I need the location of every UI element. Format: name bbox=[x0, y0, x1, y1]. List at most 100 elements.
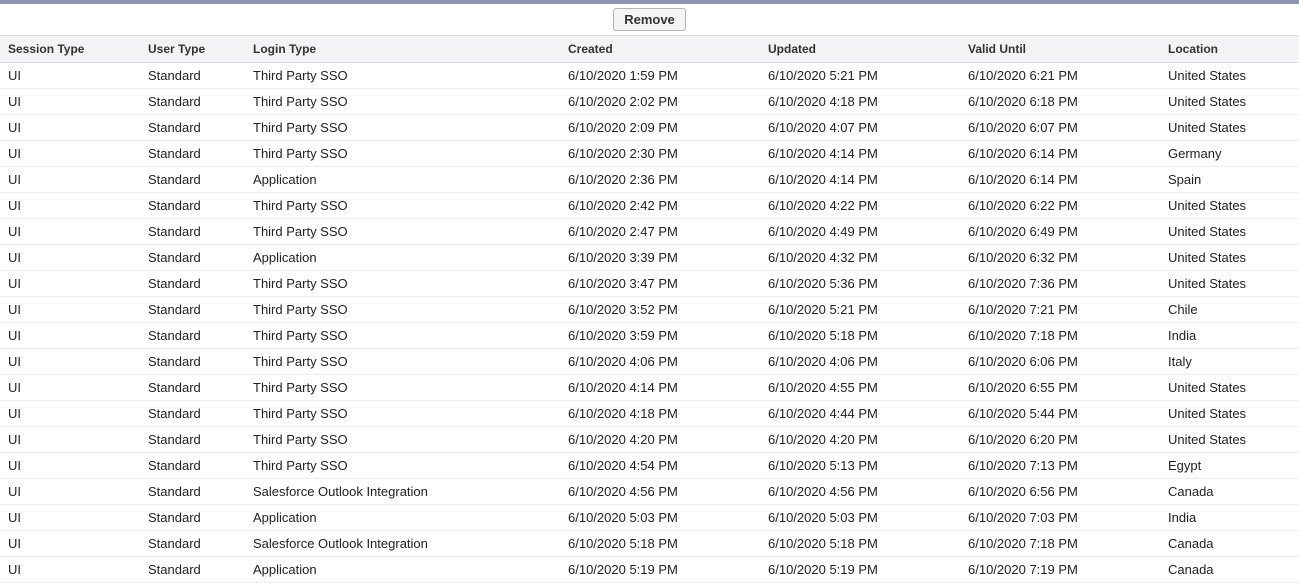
cell-user-type: Standard bbox=[140, 453, 245, 479]
table-row[interactable]: UIStandardSalesforce Outlook Integration… bbox=[0, 479, 1299, 505]
cell-created: 6/10/2020 4:56 PM bbox=[560, 479, 760, 505]
table-row[interactable]: UIStandardThird Party SSO6/10/2020 4:14 … bbox=[0, 375, 1299, 401]
cell-login-type: Third Party SSO bbox=[245, 63, 560, 89]
col-header-created[interactable]: Created bbox=[560, 36, 760, 63]
cell-location: Canada bbox=[1160, 557, 1299, 583]
cell-session-type: UI bbox=[0, 349, 140, 375]
table-row[interactable]: UIStandardThird Party SSO6/10/2020 4:06 … bbox=[0, 349, 1299, 375]
col-header-updated[interactable]: Updated bbox=[760, 36, 960, 63]
cell-login-type: Third Party SSO bbox=[245, 401, 560, 427]
cell-updated: 6/10/2020 4:06 PM bbox=[760, 349, 960, 375]
cell-location: Chile bbox=[1160, 297, 1299, 323]
col-header-session-type[interactable]: Session Type bbox=[0, 36, 140, 63]
cell-login-type: Application bbox=[245, 245, 560, 271]
cell-created: 6/10/2020 3:47 PM bbox=[560, 271, 760, 297]
table-row[interactable]: UIStandardThird Party SSO6/10/2020 2:09 … bbox=[0, 115, 1299, 141]
remove-button[interactable]: Remove bbox=[613, 8, 686, 31]
cell-valid-until: 6/10/2020 6:18 PM bbox=[960, 89, 1160, 115]
cell-session-type: UI bbox=[0, 505, 140, 531]
table-row[interactable]: UIStandardApplication6/10/2020 5:03 PM6/… bbox=[0, 505, 1299, 531]
cell-session-type: UI bbox=[0, 297, 140, 323]
cell-updated: 6/10/2020 5:19 PM bbox=[760, 557, 960, 583]
cell-valid-until: 6/10/2020 6:07 PM bbox=[960, 115, 1160, 141]
cell-valid-until: 6/10/2020 6:55 PM bbox=[960, 375, 1160, 401]
cell-login-type: Third Party SSO bbox=[245, 323, 560, 349]
cell-valid-until: 6/10/2020 7:19 PM bbox=[960, 557, 1160, 583]
table-row[interactable]: UIStandardThird Party SSO6/10/2020 4:20 … bbox=[0, 427, 1299, 453]
table-row[interactable]: UIStandardThird Party SSO6/10/2020 2:02 … bbox=[0, 89, 1299, 115]
cell-login-type: Third Party SSO bbox=[245, 141, 560, 167]
col-header-user-type[interactable]: User Type bbox=[140, 36, 245, 63]
cell-updated: 6/10/2020 4:49 PM bbox=[760, 219, 960, 245]
cell-login-type: Third Party SSO bbox=[245, 115, 560, 141]
cell-valid-until: 6/10/2020 6:49 PM bbox=[960, 219, 1160, 245]
cell-session-type: UI bbox=[0, 479, 140, 505]
cell-user-type: Standard bbox=[140, 193, 245, 219]
col-header-location[interactable]: Location bbox=[1160, 36, 1299, 63]
cell-login-type: Third Party SSO bbox=[245, 427, 560, 453]
cell-location: United States bbox=[1160, 401, 1299, 427]
cell-session-type: UI bbox=[0, 323, 140, 349]
cell-valid-until: 6/10/2020 6:14 PM bbox=[960, 167, 1160, 193]
table-row[interactable]: UIStandardThird Party SSO6/10/2020 3:59 … bbox=[0, 323, 1299, 349]
col-header-valid-until[interactable]: Valid Until bbox=[960, 36, 1160, 63]
cell-user-type: Standard bbox=[140, 219, 245, 245]
table-row[interactable]: UIStandardApplication6/10/2020 5:19 PM6/… bbox=[0, 557, 1299, 583]
cell-created: 6/10/2020 4:06 PM bbox=[560, 349, 760, 375]
cell-session-type: UI bbox=[0, 557, 140, 583]
cell-valid-until: 6/10/2020 6:32 PM bbox=[960, 245, 1160, 271]
cell-valid-until: 6/10/2020 7:36 PM bbox=[960, 271, 1160, 297]
cell-user-type: Standard bbox=[140, 557, 245, 583]
table-row[interactable]: UIStandardThird Party SSO6/10/2020 4:54 … bbox=[0, 453, 1299, 479]
cell-location: United States bbox=[1160, 193, 1299, 219]
table-row[interactable]: UIStandardApplication6/10/2020 3:39 PM6/… bbox=[0, 245, 1299, 271]
table-row[interactable]: UIStandardApplication6/10/2020 2:36 PM6/… bbox=[0, 167, 1299, 193]
cell-valid-until: 6/10/2020 6:20 PM bbox=[960, 427, 1160, 453]
cell-location: United States bbox=[1160, 271, 1299, 297]
cell-created: 6/10/2020 5:19 PM bbox=[560, 557, 760, 583]
cell-created: 6/10/2020 3:39 PM bbox=[560, 245, 760, 271]
cell-created: 6/10/2020 5:03 PM bbox=[560, 505, 760, 531]
table-row[interactable]: UIStandardThird Party SSO6/10/2020 2:42 … bbox=[0, 193, 1299, 219]
cell-created: 6/10/2020 1:59 PM bbox=[560, 63, 760, 89]
table-row[interactable]: UIStandardThird Party SSO6/10/2020 3:47 … bbox=[0, 271, 1299, 297]
cell-login-type: Application bbox=[245, 167, 560, 193]
cell-login-type: Salesforce Outlook Integration bbox=[245, 531, 560, 557]
cell-updated: 6/10/2020 5:36 PM bbox=[760, 271, 960, 297]
cell-updated: 6/10/2020 5:21 PM bbox=[760, 63, 960, 89]
cell-updated: 6/10/2020 5:18 PM bbox=[760, 531, 960, 557]
table-row[interactable]: UIStandardThird Party SSO6/10/2020 2:47 … bbox=[0, 219, 1299, 245]
cell-created: 6/10/2020 2:47 PM bbox=[560, 219, 760, 245]
cell-updated: 6/10/2020 4:18 PM bbox=[760, 89, 960, 115]
table-row[interactable]: UIStandardThird Party SSO6/10/2020 3:52 … bbox=[0, 297, 1299, 323]
table-row[interactable]: UIStandardThird Party SSO6/10/2020 4:18 … bbox=[0, 401, 1299, 427]
table-row[interactable]: UIStandardSalesforce Outlook Integration… bbox=[0, 531, 1299, 557]
cell-updated: 6/10/2020 5:18 PM bbox=[760, 323, 960, 349]
cell-valid-until: 6/10/2020 7:03 PM bbox=[960, 505, 1160, 531]
table-row[interactable]: UIStandardThird Party SSO6/10/2020 1:59 … bbox=[0, 63, 1299, 89]
cell-session-type: UI bbox=[0, 401, 140, 427]
cell-updated: 6/10/2020 4:56 PM bbox=[760, 479, 960, 505]
cell-location: Canada bbox=[1160, 479, 1299, 505]
cell-created: 6/10/2020 3:52 PM bbox=[560, 297, 760, 323]
cell-updated: 6/10/2020 4:22 PM bbox=[760, 193, 960, 219]
cell-user-type: Standard bbox=[140, 531, 245, 557]
cell-location: United States bbox=[1160, 219, 1299, 245]
cell-user-type: Standard bbox=[140, 115, 245, 141]
cell-updated: 6/10/2020 4:44 PM bbox=[760, 401, 960, 427]
cell-location: United States bbox=[1160, 63, 1299, 89]
cell-location: Germany bbox=[1160, 141, 1299, 167]
cell-user-type: Standard bbox=[140, 479, 245, 505]
cell-updated: 6/10/2020 4:20 PM bbox=[760, 427, 960, 453]
col-header-login-type[interactable]: Login Type bbox=[245, 36, 560, 63]
cell-location: Egypt bbox=[1160, 453, 1299, 479]
cell-user-type: Standard bbox=[140, 245, 245, 271]
cell-valid-until: 6/10/2020 6:22 PM bbox=[960, 193, 1160, 219]
table-row[interactable]: UIStandardThird Party SSO6/10/2020 2:30 … bbox=[0, 141, 1299, 167]
cell-created: 6/10/2020 3:59 PM bbox=[560, 323, 760, 349]
cell-user-type: Standard bbox=[140, 271, 245, 297]
cell-session-type: UI bbox=[0, 193, 140, 219]
cell-location: India bbox=[1160, 505, 1299, 531]
cell-user-type: Standard bbox=[140, 63, 245, 89]
cell-updated: 6/10/2020 4:32 PM bbox=[760, 245, 960, 271]
